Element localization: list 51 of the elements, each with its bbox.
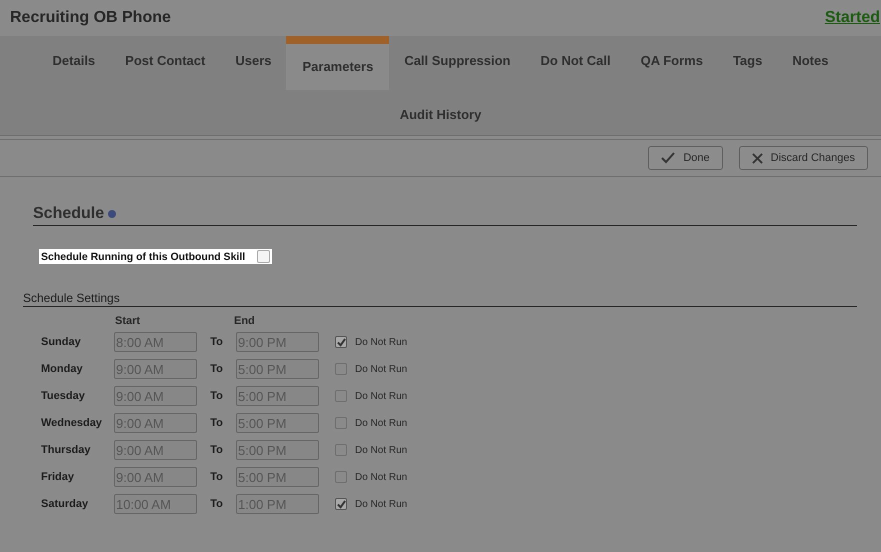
tab[interactable]: Users xyxy=(220,36,286,86)
checkbox[interactable] xyxy=(335,336,347,348)
close-icon xyxy=(752,152,763,164)
checkbox-label: Do Not Run xyxy=(355,390,408,402)
column-header: End xyxy=(234,314,255,326)
tab[interactable]: QA Forms xyxy=(626,36,718,86)
to-label: To xyxy=(209,417,224,429)
checkbox[interactable] xyxy=(335,363,347,375)
to-label: To xyxy=(209,471,224,483)
day-label: Thursday xyxy=(40,444,92,456)
checkbox-label: Schedule Running of this Outbound Skill xyxy=(41,250,246,262)
to-label: To xyxy=(209,444,224,456)
checkbox-label: Do Not Run xyxy=(355,364,408,374)
column-header: Start xyxy=(115,314,140,326)
to-label: To xyxy=(209,336,224,348)
section-title: Schedule xyxy=(33,205,104,223)
tab[interactable]: Parameters xyxy=(286,36,390,90)
day-label: Monday xyxy=(40,363,84,375)
tab[interactable]: Tags xyxy=(718,36,778,86)
day-label: Sunday xyxy=(40,336,82,348)
checkbox-label: Do Not Run xyxy=(355,498,408,510)
day-label: Wednesday xyxy=(40,417,103,429)
checkbox-label: Do Not Run xyxy=(355,336,408,348)
day-label: Tuesday xyxy=(40,390,86,402)
tab[interactable]: Call Suppression xyxy=(389,36,526,86)
check-icon xyxy=(661,152,676,164)
checkbox-label: Do Not Run xyxy=(355,472,408,482)
tab[interactable]: Notes xyxy=(777,36,844,86)
checkbox-label: Do Not Run xyxy=(355,418,408,428)
tab[interactable]: Post Contact xyxy=(110,36,220,86)
page-title: Recruiting OB Phone xyxy=(10,9,171,27)
checkbox[interactable] xyxy=(257,250,270,263)
status-link[interactable]: Started xyxy=(824,9,880,27)
subsection-title: Schedule Settings xyxy=(23,290,120,304)
checkbox[interactable] xyxy=(335,498,347,510)
checkbox-label: Do Not Run xyxy=(355,444,408,456)
discard-changes-button[interactable]: Discard Changes xyxy=(738,146,868,170)
day-label: Friday xyxy=(40,471,76,483)
help-icon[interactable] xyxy=(108,210,116,218)
checkbox[interactable] xyxy=(335,444,347,456)
checkbox[interactable] xyxy=(335,390,347,402)
checkbox[interactable] xyxy=(335,417,347,429)
tab[interactable]: Do Not Call xyxy=(526,36,626,86)
tab[interactable]: Details xyxy=(38,36,110,86)
to-label: To xyxy=(209,498,224,510)
done-button[interactable]: Done xyxy=(648,146,723,170)
to-label: To xyxy=(209,390,224,402)
day-label: Saturday xyxy=(40,498,90,510)
to-label: To xyxy=(209,363,224,375)
checkbox[interactable] xyxy=(335,471,347,483)
tab[interactable]: Audit History xyxy=(384,90,496,140)
